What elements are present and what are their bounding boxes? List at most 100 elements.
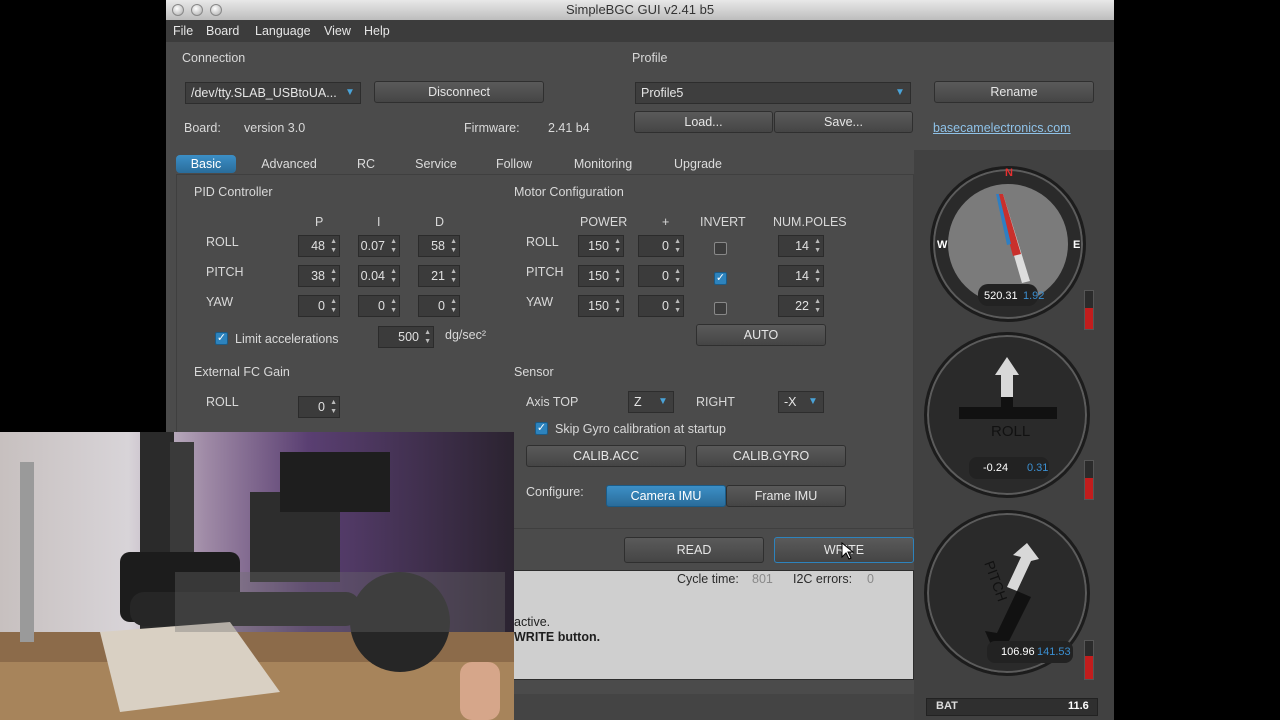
chevron-down-icon: ▼ [345,87,355,98]
port-value: /dev/tty.SLAB_USBtoUA... [191,86,337,100]
compass-value-2: 1.92 [1023,290,1045,302]
roll-value-1: -0.24 [983,462,1009,474]
motor-roll-power[interactable]: 150 ▲ ▼ [578,235,624,257]
battery-label: BAT [936,700,958,712]
pid-yaw-d[interactable]: 0 ▲ ▼ [418,295,460,317]
compass-east: E [1073,239,1081,251]
disconnect-button[interactable]: Disconnect [374,81,544,103]
pid-pitch-p[interactable]: 38 ▲ ▼ [298,265,340,287]
external-fc-heading: External FC Gain [194,365,290,379]
pitch-gauge: PITCH 106.96 141.53 [924,510,1090,676]
motor-row-label: YAW [526,295,554,309]
external-fc-roll-input[interactable]: 0 ▲ ▼ [298,396,340,418]
menu-board[interactable]: Board [206,24,239,38]
read-button[interactable]: READ [624,537,764,563]
pid-row-label: ROLL [206,235,239,249]
rename-button[interactable]: Rename [934,81,1094,103]
axis-top-label: Axis TOP [526,395,579,409]
profile-heading: Profile [632,51,668,65]
pid-col-p: P [315,215,324,229]
tab-advanced[interactable]: Advanced [251,155,327,173]
cycle-time-label: Cycle time: [677,572,739,586]
profile-select[interactable]: Profile5 ▼ [635,82,911,104]
menu-language[interactable]: Language [255,24,311,38]
gimbal-video-image [0,432,514,720]
motor-roll-poles[interactable]: 14 ▲ ▼ [778,235,824,257]
calib-acc-button[interactable]: CALIB.ACC [526,445,686,467]
port-select[interactable]: /dev/tty.SLAB_USBtoUA... ▼ [185,82,361,104]
firmware-label: Firmware: [464,121,520,135]
roll-gauge: ROLL -0.24 0.31 [924,332,1090,498]
tab-basic[interactable]: Basic [176,155,236,173]
compass-gauge: N W E 520.31 1.92 [930,166,1086,322]
motor-pitch-poles[interactable]: 14 ▲ ▼ [778,265,824,287]
window-title: SimpleBGC GUI v2.41 b5 [565,2,715,17]
pid-roll-i[interactable]: 0.07 ▲ ▼ [358,235,400,257]
compass-meter [1084,290,1094,330]
motor-yaw-invert-checkbox[interactable] [714,302,727,315]
load-profile-button[interactable]: Load... [634,111,773,133]
pid-yaw-i[interactable]: 0 ▲ ▼ [358,295,400,317]
save-profile-button[interactable]: Save... [774,111,913,133]
motor-pitch-invert-checkbox[interactable]: ✓ [714,272,727,285]
menu-help[interactable]: Help [364,24,390,38]
firmware-value: 2.41 b4 [548,121,590,135]
roll-value-2: 0.31 [1027,462,1049,474]
motor-col-poles: NUM.POLES [773,215,847,229]
pid-row-label: YAW [206,295,234,309]
basecam-link[interactable]: basecamelectronics.com [933,121,1071,135]
board-value: version 3.0 [244,121,306,135]
menu-view[interactable]: View [324,24,351,38]
pid-pitch-d[interactable]: 21 ▲ ▼ [418,265,460,287]
tab-upgrade[interactable]: Upgrade [664,155,732,173]
calib-gyro-button[interactable]: CALIB.GYRO [696,445,846,467]
zoom-window-button[interactable] [210,4,222,16]
camera-video-overlay [0,432,514,720]
board-label: Board: [184,121,221,135]
connection-heading: Connection [182,51,246,65]
frame-imu-button[interactable]: Frame IMU [726,485,846,507]
motor-roll-invert-checkbox[interactable] [714,242,727,255]
i2c-errors-value: 0 [867,572,874,586]
limit-unit: dg/sec² [445,328,486,342]
title-bar: SimpleBGC GUI v2.41 b5 [166,0,1114,20]
menu-file[interactable]: File [173,24,193,38]
motor-yaw-poles[interactable]: 22 ▲ ▼ [778,295,824,317]
tab-follow[interactable]: Follow [486,155,542,173]
motor-roll-plus[interactable]: 0 ▲ ▼ [638,235,684,257]
axis-top-select[interactable]: Z ▼ [628,391,674,413]
motor-col-power: POWER [580,215,628,229]
motor-col-plus: + [662,215,670,229]
camera-imu-button[interactable]: Camera IMU [606,485,726,507]
message-line-2: WRITE button. [514,630,601,644]
axis-right-select[interactable]: -X ▼ [778,391,824,413]
i2c-errors-label: I2C errors: [793,572,853,586]
tab-monitoring[interactable]: Monitoring [562,155,644,173]
pitch-value-1: 106.96 [1001,646,1035,658]
motor-auto-button[interactable]: AUTO [696,324,826,346]
limit-accelerations-input[interactable]: 500 ▲ ▼ [378,326,434,348]
pitch-meter [1084,640,1094,680]
chevron-down-icon: ▼ [808,396,818,407]
pid-roll-p[interactable]: 48 ▲ ▼ [298,235,340,257]
motor-yaw-power[interactable]: 150 ▲ ▼ [578,295,624,317]
tab-rc[interactable]: RC [346,155,386,173]
motor-pitch-power[interactable]: 150 ▲ ▼ [578,265,624,287]
profile-value: Profile5 [641,86,684,100]
motor-yaw-plus[interactable]: 0 ▲ ▼ [638,295,684,317]
motor-pitch-plus[interactable]: 0 ▲ ▼ [638,265,684,287]
pid-pitch-i[interactable]: 0.04 ▲ ▼ [358,265,400,287]
compass-value-1: 520.31 [984,290,1018,302]
limit-accelerations-checkbox[interactable]: ✓ [215,332,228,345]
close-window-button[interactable] [172,4,184,16]
pid-yaw-p[interactable]: 0 ▲ ▼ [298,295,340,317]
mouse-cursor-icon [841,542,855,560]
external-fc-roll-label: ROLL [206,395,239,409]
tab-service[interactable]: Service [406,155,466,173]
gauges-panel: N W E 520.31 1.92 ROLL -0.24 0.31 PITCH … [914,150,1114,720]
roll-gauge-label: ROLL [991,423,1031,440]
skip-gyro-checkbox[interactable]: ✓ [535,422,548,435]
pid-roll-d[interactable]: 58 ▲ ▼ [418,235,460,257]
cycle-time-value: 801 [752,572,773,586]
minimize-window-button[interactable] [191,4,203,16]
